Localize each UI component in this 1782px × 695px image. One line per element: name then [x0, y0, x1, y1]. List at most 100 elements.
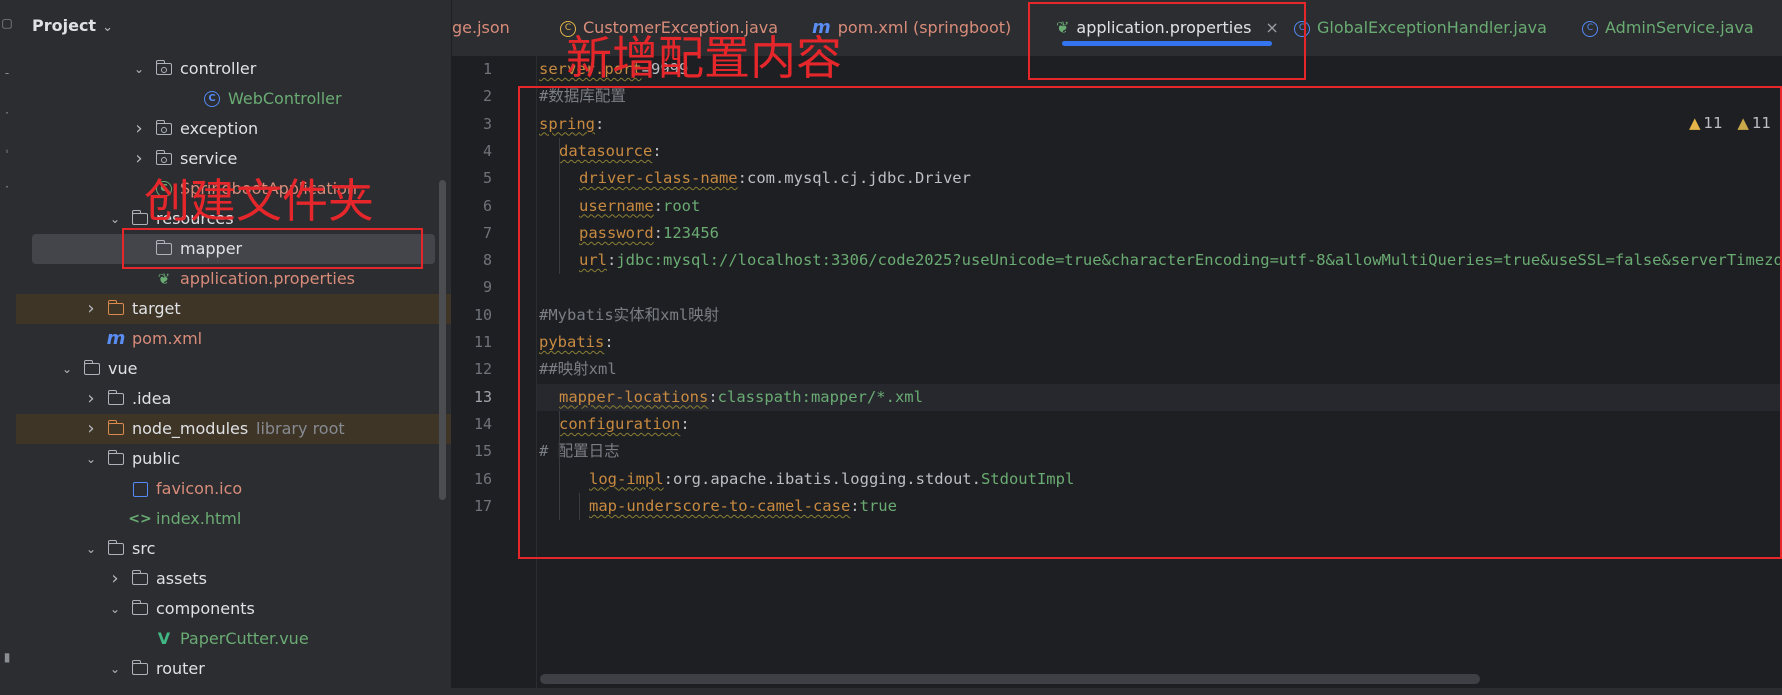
- tree-item-label: components: [156, 599, 255, 618]
- tree-item[interactable]: › .idea: [16, 384, 451, 414]
- class-icon: C: [1582, 18, 1598, 37]
- tree-item-label: exception: [180, 119, 259, 138]
- maven-icon: m: [106, 328, 126, 349]
- status-bar: [0, 688, 1782, 695]
- project-scrollbar[interactable]: [439, 180, 446, 500]
- vue-icon: V: [157, 629, 171, 648]
- folder-icon: [130, 594, 150, 624]
- chevron-down-icon[interactable]: ⌄: [132, 54, 146, 84]
- chevron-right-icon[interactable]: ›: [84, 294, 98, 324]
- html-icon: <>: [128, 511, 152, 527]
- editor-tab-label: pom.xml (springboot): [837, 18, 1012, 37]
- tab-highlight-box: [1028, 2, 1306, 80]
- horizontal-scrollbar[interactable]: [540, 674, 1480, 684]
- line-number: 3: [482, 114, 492, 133]
- line-number: 15: [473, 442, 492, 461]
- tree-item[interactable]: C WebController: [16, 84, 451, 114]
- project-view-icon[interactable]: ▢: [0, 16, 14, 32]
- services-icon[interactable]: ▮: [0, 650, 14, 666]
- image-icon: [130, 474, 150, 504]
- editor-tab[interactable]: ge.json: [452, 0, 510, 56]
- editor-tab-label: AdminService.java: [1605, 18, 1754, 37]
- line-number: 14: [473, 414, 492, 433]
- line-number: 9: [482, 278, 492, 297]
- project-panel-title: Project: [32, 16, 97, 35]
- folder-icon: [106, 384, 126, 414]
- chevron-down-icon: ⌄: [102, 20, 113, 35]
- tree-item-label: favicon.ico: [156, 479, 243, 498]
- commit-icon[interactable]: -: [0, 66, 14, 82]
- line-number: 10: [473, 305, 492, 324]
- tree-item-label: public: [132, 449, 181, 468]
- tree-item[interactable]: V PaperCutter.vue: [16, 624, 451, 654]
- chevron-right-icon[interactable]: ›: [84, 384, 98, 414]
- tree-item-label: WebController: [228, 89, 342, 108]
- chevron-down-icon[interactable]: ⌄: [108, 204, 122, 234]
- tree-item[interactable]: ⌄ vue: [16, 354, 451, 384]
- folder-icon: [106, 444, 126, 474]
- package-folder-icon: [154, 54, 174, 84]
- folder-orange-icon: [106, 414, 126, 444]
- chevron-down-icon[interactable]: ⌄: [84, 534, 98, 564]
- tree-item-label: node_modules: [132, 419, 249, 438]
- folder-icon: [130, 564, 150, 594]
- chevron-right-icon[interactable]: ›: [108, 564, 122, 594]
- chevron-right-icon[interactable]: ›: [84, 414, 98, 444]
- tree-item-label: assets: [156, 569, 207, 588]
- line-number: 8: [482, 251, 492, 270]
- editor-tab[interactable]: C AdminService.java: [1582, 0, 1754, 56]
- library-root-label: library root: [256, 419, 345, 438]
- chevron-right-icon[interactable]: ›: [132, 114, 146, 144]
- tree-item[interactable]: ⌄ src: [16, 534, 451, 564]
- tree-item[interactable]: › assets: [16, 564, 451, 594]
- project-view-selector[interactable]: Project ⌄: [32, 16, 113, 35]
- project-panel: Project ⌄ ⌄ controller C WebController › excep…: [16, 0, 452, 688]
- create-folder-annotation: 创建文件夹: [144, 174, 374, 228]
- tree-item[interactable]: ⌄ components: [16, 594, 451, 624]
- tree-item-label: PaperCutter.vue: [180, 629, 309, 648]
- package-folder-icon: [154, 114, 174, 144]
- chevron-down-icon[interactable]: ⌄: [108, 594, 122, 624]
- tree-item[interactable]: ⌄ router: [16, 654, 451, 684]
- line-number: 11: [473, 333, 492, 351]
- tree-item-label: controller: [180, 59, 257, 78]
- folder-icon: [106, 534, 126, 564]
- tree-item-label: target: [132, 299, 181, 318]
- line-number: 16: [473, 469, 492, 488]
- tree-item-label: pom.xml: [132, 329, 203, 348]
- tree-item-label: .idea: [132, 389, 172, 408]
- tree-item[interactable]: › target: [16, 294, 451, 324]
- more-tools-icon[interactable]: ·: [0, 180, 14, 196]
- tree-item[interactable]: <> index.html: [16, 504, 451, 534]
- tree-item-label: src: [132, 539, 156, 558]
- code-highlight-box: [518, 86, 1782, 559]
- line-number: 5: [482, 169, 492, 188]
- folder-icon: [82, 354, 102, 384]
- tree-item-label: router: [156, 659, 205, 678]
- tree-item[interactable]: favicon.ico: [16, 474, 451, 504]
- editor-tab[interactable]: C GlobalExceptionHandler.java: [1294, 0, 1547, 56]
- class-icon: C: [202, 84, 222, 114]
- line-number: 13: [473, 387, 492, 406]
- tree-item[interactable]: › node_modules library root: [16, 414, 451, 444]
- tree-item[interactable]: › exception: [16, 114, 451, 144]
- line-number: 2: [482, 87, 492, 106]
- tree-item[interactable]: ⌄ controller: [16, 54, 451, 84]
- folder-orange-icon: [106, 294, 126, 324]
- folder-icon: [130, 654, 150, 684]
- bookmarks-icon[interactable]: ˌ: [0, 140, 14, 156]
- tree-item[interactable]: ⌄ public: [16, 444, 451, 474]
- mapper-highlight-box: [122, 228, 423, 269]
- structure-icon[interactable]: ·: [0, 106, 14, 122]
- tree-item[interactable]: m pom.xml: [16, 324, 451, 354]
- chevron-down-icon[interactable]: ⌄: [108, 654, 122, 684]
- tree-item-label: vue: [108, 359, 138, 378]
- tree-item-label: index.html: [156, 509, 242, 528]
- editor-tab-label: GlobalExceptionHandler.java: [1317, 18, 1547, 37]
- chevron-down-icon[interactable]: ⌄: [60, 354, 74, 384]
- chevron-down-icon[interactable]: ⌄: [84, 444, 98, 474]
- line-number: 1: [482, 60, 492, 78]
- line-number: 12: [473, 360, 492, 379]
- new-config-annotation: 新增配置内容: [566, 31, 842, 85]
- line-number: 4: [482, 141, 492, 160]
